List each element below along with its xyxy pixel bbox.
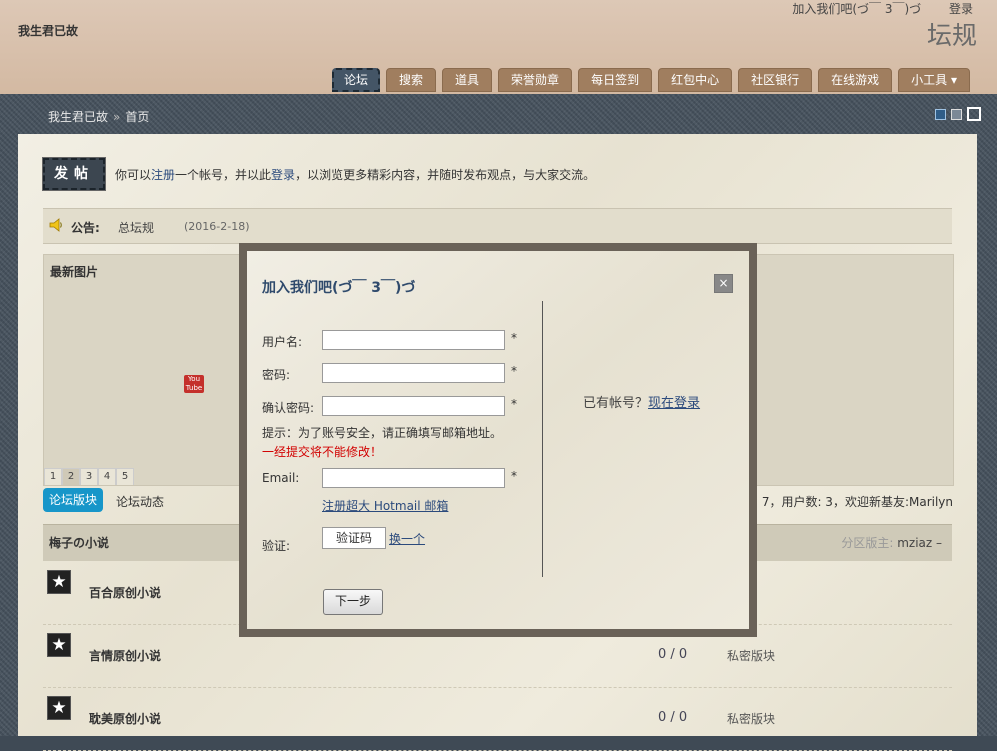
required-mark: *: [511, 397, 517, 411]
password-label: 密码:: [262, 368, 291, 382]
forum-name[interactable]: 耽美原创小说: [89, 710, 161, 727]
nav-tab-items[interactable]: 道具: [442, 68, 493, 92]
register-dialog: 加入我们吧(づ￣ 3￣)づ × 用户名: * 密码: * 确认密码: * 提示：…: [239, 243, 757, 637]
announcement-bar: 公告: 总坛规 (2016-2-18): [43, 208, 952, 244]
forum-stats: 7，用户数: 3，欢迎新基友:Marilyn: [761, 495, 953, 509]
latest-images-title: 最新图片: [50, 265, 99, 279]
required-mark: *: [511, 364, 517, 378]
notice-text-3: ，以浏览更多精彩内容，并随时发布观点，与大家交流。: [295, 168, 596, 182]
site-header: 我生君已故 加入我们吧(づ￣ 3￣)づ 登录 坛规 论坛 搜索 道具 荣誉勋章 …: [0, 0, 997, 94]
nav-tab-bank[interactable]: 社区银行: [738, 68, 813, 92]
username-label: 用户名:: [262, 335, 303, 349]
announcement-title[interactable]: 总坛规: [118, 219, 154, 236]
hotmail-register-link[interactable]: 注册超大 Hotmail 邮箱: [322, 497, 448, 514]
view-switch: [935, 107, 981, 121]
login-link[interactable]: 登录: [949, 2, 973, 16]
tab-forum-activity[interactable]: 论坛动态: [116, 493, 164, 510]
announcement-date: (2016-2-18): [184, 220, 250, 233]
guest-notice: 你可以注册一个帐号，并以此登录，以浏览更多精彩内容，并随时发布观点，与大家交流。: [115, 166, 595, 183]
view-wide-button[interactable]: [967, 107, 981, 121]
group-moderator-label: 分区版主:: [841, 536, 898, 550]
star-icon: ★: [47, 570, 71, 594]
megaphone-icon: [49, 218, 62, 232]
forum-group-name[interactable]: 梅子の小说: [49, 525, 109, 561]
email-label: Email:: [262, 471, 300, 485]
view-medium-button[interactable]: [951, 109, 962, 120]
gallery-page-3[interactable]: 3: [80, 468, 98, 485]
captcha-label: 验证:: [262, 539, 291, 553]
nav-tab-games[interactable]: 在线游戏: [818, 68, 893, 92]
captcha-refresh-link[interactable]: 换一个: [389, 530, 425, 547]
main-nav: 论坛 搜索 道具 荣誉勋章 每日签到 红包中心 社区银行 在线游戏 小工具 ▾: [332, 68, 976, 92]
existing-account-prompt: 已有帐号？现在登录: [583, 392, 700, 411]
forum-note: 私密版块: [727, 649, 776, 663]
login-now-link[interactable]: 现在登录: [648, 396, 700, 411]
email-warning: 一经提交将不能修改！: [262, 445, 383, 459]
gallery-page-1[interactable]: 1: [44, 468, 62, 485]
notice-text-2: 一个帐号，并以此: [175, 168, 272, 182]
nav-tab-checkin[interactable]: 每日签到: [578, 68, 653, 92]
dialog-title: 加入我们吧(づ￣ 3￣)づ: [262, 280, 416, 296]
breadcrumb-separator: »: [113, 110, 121, 124]
new-post-button[interactable]: 发帖: [42, 157, 106, 191]
forum-count: 0 / 0: [658, 647, 688, 662]
forum-row: ★ 耽美原创小说 0 / 0 私密版块: [43, 688, 952, 751]
required-mark: *: [511, 331, 517, 345]
dialog-divider: [542, 301, 543, 577]
next-step-button[interactable]: 下一步: [323, 589, 383, 615]
page-brand-title: 坛规: [926, 21, 977, 50]
forum-count: 0 / 0: [658, 710, 688, 725]
nav-tab-tools[interactable]: 小工具 ▾: [898, 68, 970, 92]
tab-forum-sections[interactable]: 论坛版块: [43, 488, 104, 512]
gallery-page-4[interactable]: 4: [98, 468, 116, 485]
existing-account-text: 已有帐号？: [583, 396, 649, 411]
breadcrumb-home[interactable]: 我生君已故: [48, 110, 108, 124]
email-hint: 提示：为了账号安全，请正确填写邮箱地址。: [262, 426, 503, 440]
email-field[interactable]: [322, 468, 505, 488]
close-button[interactable]: ×: [714, 274, 733, 293]
join-link[interactable]: 加入我们吧(づ￣ 3￣)づ: [792, 2, 921, 16]
forum-name[interactable]: 百合原创小说: [89, 584, 161, 601]
notice-login-link[interactable]: 登录: [271, 168, 295, 182]
confirm-password-field[interactable]: [322, 396, 505, 416]
password-field[interactable]: [322, 363, 505, 383]
group-moderator: 分区版主: mziaz –: [841, 525, 942, 561]
star-icon: ★: [47, 633, 71, 657]
nav-tab-redpacket[interactable]: 红包中心: [658, 68, 733, 92]
nav-tab-search[interactable]: 搜索: [386, 68, 437, 92]
star-icon: ★: [47, 696, 71, 720]
group-moderator-name[interactable]: mziaz –: [897, 536, 942, 550]
username-field[interactable]: [322, 330, 505, 350]
forum-note: 私密版块: [727, 712, 776, 726]
register-dialog-body: 加入我们吧(づ￣ 3￣)づ × 用户名: * 密码: * 确认密码: * 提示：…: [247, 251, 749, 629]
gallery-page-2[interactable]: 2: [62, 468, 80, 485]
site-name[interactable]: 我生君已故: [18, 22, 78, 39]
register-link[interactable]: 注册: [151, 168, 175, 182]
gallery-pager: 1 2 3 4 5: [44, 468, 134, 485]
required-mark: *: [511, 469, 517, 483]
announcement-label: 公告:: [71, 221, 100, 235]
captcha-image[interactable]: 验证码: [322, 527, 386, 549]
breadcrumb: 我生君已故 » 首页: [48, 108, 149, 125]
gallery-page-5[interactable]: 5: [116, 468, 134, 485]
forum-name[interactable]: 言情原创小说: [89, 647, 161, 664]
nav-tab-forum[interactable]: 论坛: [332, 68, 381, 92]
nav-tab-medals[interactable]: 荣誉勋章: [498, 68, 573, 92]
view-narrow-button[interactable]: [935, 109, 946, 120]
confirm-password-label: 确认密码:: [262, 401, 315, 415]
top-links: 加入我们吧(づ￣ 3￣)づ 登录: [768, 0, 973, 17]
notice-text-1: 你可以: [115, 168, 152, 182]
youtube-icon[interactable]: You Tube: [184, 375, 204, 393]
breadcrumb-current[interactable]: 首页: [125, 110, 149, 124]
